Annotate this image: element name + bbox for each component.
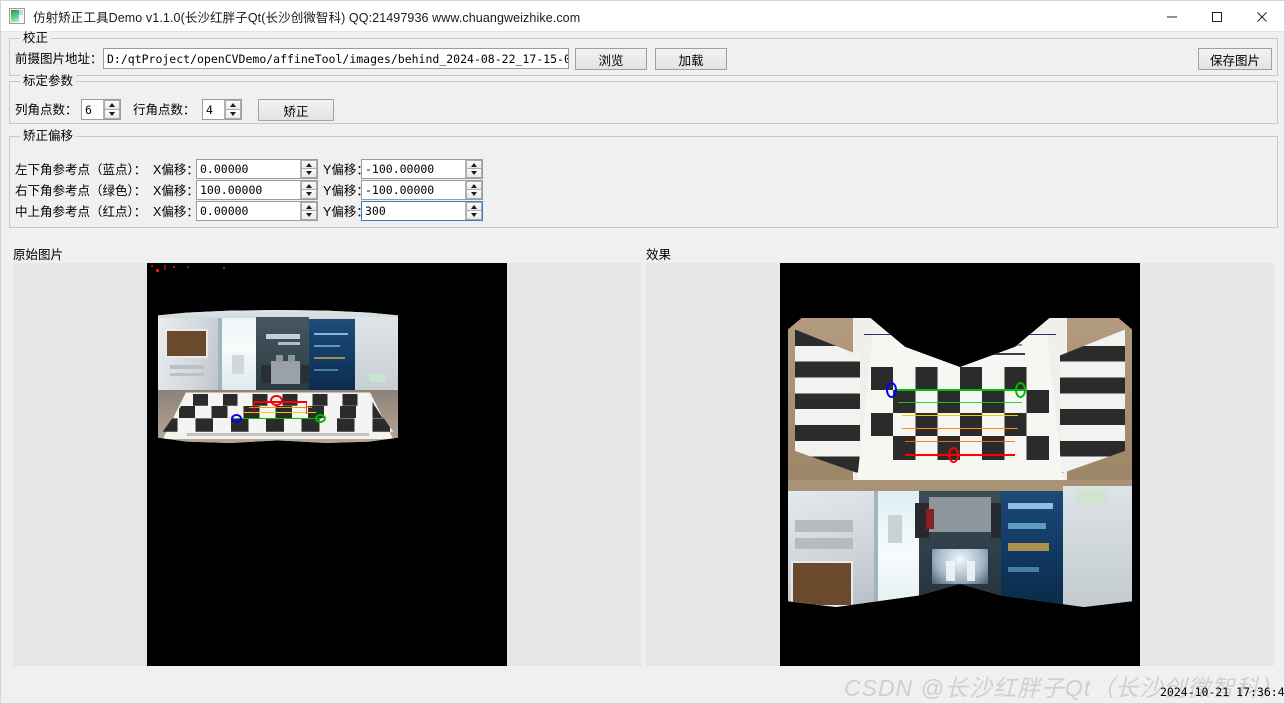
- spin-down-icon[interactable]: [225, 109, 241, 119]
- window-title: 仿射矫正工具Demo v1.1.0(长沙红胖子Qt(长沙创微智科) QQ:214…: [33, 10, 581, 25]
- offset-group-title: 矫正偏移: [20, 129, 77, 143]
- maximize-button[interactable]: [1194, 1, 1239, 32]
- offset-row-0-y-value: -100.00000: [365, 162, 435, 176]
- load-button[interactable]: 加载: [655, 48, 727, 70]
- source-graphics-view[interactable]: [13, 263, 641, 666]
- result-canvas: [780, 263, 1140, 666]
- offset-row-2-label: 中上角参考点（红点）：: [15, 205, 147, 219]
- spin-up-icon[interactable]: [301, 160, 317, 169]
- grid-line-yellow: [901, 414, 1019, 417]
- result-photo: [788, 318, 1132, 607]
- minimize-button[interactable]: [1149, 1, 1194, 32]
- offset-row-1-label: 右下角参考点（绿色）：: [15, 184, 147, 198]
- result-graphics-view[interactable]: [646, 263, 1274, 666]
- spin-down-icon[interactable]: [301, 211, 317, 220]
- result-image-label: 效果: [646, 248, 672, 262]
- close-button[interactable]: [1239, 1, 1284, 32]
- grid-line-orange: [249, 407, 312, 409]
- row-corner-count-spinbox[interactable]: 4: [202, 99, 242, 120]
- image-path-label: 前摄图片地址：: [15, 52, 103, 66]
- spin-down-icon[interactable]: [104, 109, 120, 119]
- window-controls: [1149, 1, 1284, 32]
- offset-row-1-x-spinbox[interactable]: 100.00000: [196, 180, 318, 200]
- offset-row-0-y-spinbox[interactable]: -100.00000: [361, 159, 483, 179]
- source-image-label: 原始图片: [13, 248, 64, 262]
- spin-up-icon[interactable]: [225, 100, 241, 110]
- spin-down-icon[interactable]: [301, 190, 317, 199]
- offset-row-0-x-value: 0.00000: [200, 162, 249, 176]
- grid-line-green: [894, 388, 1026, 391]
- title-bar: 仿射矫正工具Demo v1.1.0(长沙红胖子Qt(长沙创微智科) QQ:214…: [1, 1, 1284, 32]
- column-corner-count-value: 6: [85, 102, 92, 117]
- offset-row-2-x-label: X偏移：: [153, 205, 199, 219]
- spin-up-icon[interactable]: [466, 202, 482, 211]
- spin-up-icon[interactable]: [301, 181, 317, 190]
- offset-row-0-x-label: X偏移：: [153, 163, 199, 177]
- offset-row-0-y-arrows[interactable]: [465, 160, 482, 178]
- column-corner-count-label: 列角点数：: [15, 103, 78, 117]
- offset-row-1-y-arrows[interactable]: [465, 181, 482, 199]
- offset-row-1-x-value: 100.00000: [200, 183, 263, 197]
- app-window: 仿射矫正工具Demo v1.1.0(长沙红胖子Qt(长沙创微智科) QQ:214…: [0, 0, 1285, 704]
- offset-row-1-y-spinbox[interactable]: -100.00000: [361, 180, 483, 200]
- offset-row-1-x-label: X偏移：: [153, 184, 199, 198]
- row-corner-count-arrows[interactable]: [224, 100, 241, 119]
- spin-down-icon[interactable]: [301, 169, 317, 178]
- save-image-button[interactable]: 保存图片: [1198, 48, 1272, 70]
- spin-up-icon[interactable]: [466, 181, 482, 190]
- spin-down-icon[interactable]: [466, 190, 482, 199]
- correction-group-title: 校正: [20, 31, 52, 45]
- offset-row-1-y-value: -100.00000: [365, 183, 435, 197]
- offset-row-2-x-spinbox[interactable]: 0.00000: [196, 201, 318, 221]
- column-corner-count-arrows[interactable]: [103, 100, 120, 119]
- browse-button[interactable]: 浏览: [575, 48, 647, 70]
- offset-row-0-x-arrows[interactable]: [300, 160, 317, 178]
- offset-row-2-x-arrows[interactable]: [300, 202, 317, 220]
- grid-line-red: [904, 453, 1016, 456]
- offset-row-2-y-spinbox[interactable]: 300: [361, 201, 483, 221]
- offset-row-0-x-spinbox[interactable]: 0.00000: [196, 159, 318, 179]
- grid-line-orange: [901, 427, 1019, 430]
- calibration-group-title: 标定参数: [20, 74, 77, 88]
- correct-button[interactable]: 矫正: [258, 99, 334, 121]
- grid-line-green: [237, 417, 322, 420]
- marker-red-bottom-center: [947, 446, 959, 463]
- marker-red-top-center: [269, 395, 283, 407]
- offset-row-1-x-arrows[interactable]: [300, 181, 317, 199]
- offset-row-0-label: 左下角参考点（蓝点）：: [15, 163, 147, 177]
- calibration-group: 标定参数: [9, 74, 1278, 124]
- picture-icon: [9, 8, 25, 24]
- column-corner-count-spinbox[interactable]: 6: [81, 99, 121, 120]
- row-corner-count-value: 4: [206, 102, 213, 117]
- spin-up-icon[interactable]: [104, 100, 120, 110]
- source-canvas: [147, 263, 507, 666]
- spin-down-icon[interactable]: [466, 169, 482, 178]
- image-path-input[interactable]: D:/qtProject/openCVDemo/affineTool/image…: [103, 48, 569, 69]
- marker-green-right: [1015, 381, 1027, 398]
- capture-timestamp: 2024-10-21 17:36:46: [1160, 685, 1285, 699]
- offset-row-2-y-value: 300: [365, 204, 386, 218]
- marker-blue-left: [886, 381, 898, 398]
- spin-down-icon[interactable]: [466, 211, 482, 220]
- spin-up-icon[interactable]: [466, 160, 482, 169]
- spin-up-icon[interactable]: [301, 202, 317, 211]
- offset-row-2-y-arrows[interactable]: [465, 202, 482, 220]
- offset-row-2-x-value: 0.00000: [200, 204, 249, 218]
- source-photo: [158, 310, 398, 443]
- row-corner-count-label: 行角点数：: [133, 103, 196, 117]
